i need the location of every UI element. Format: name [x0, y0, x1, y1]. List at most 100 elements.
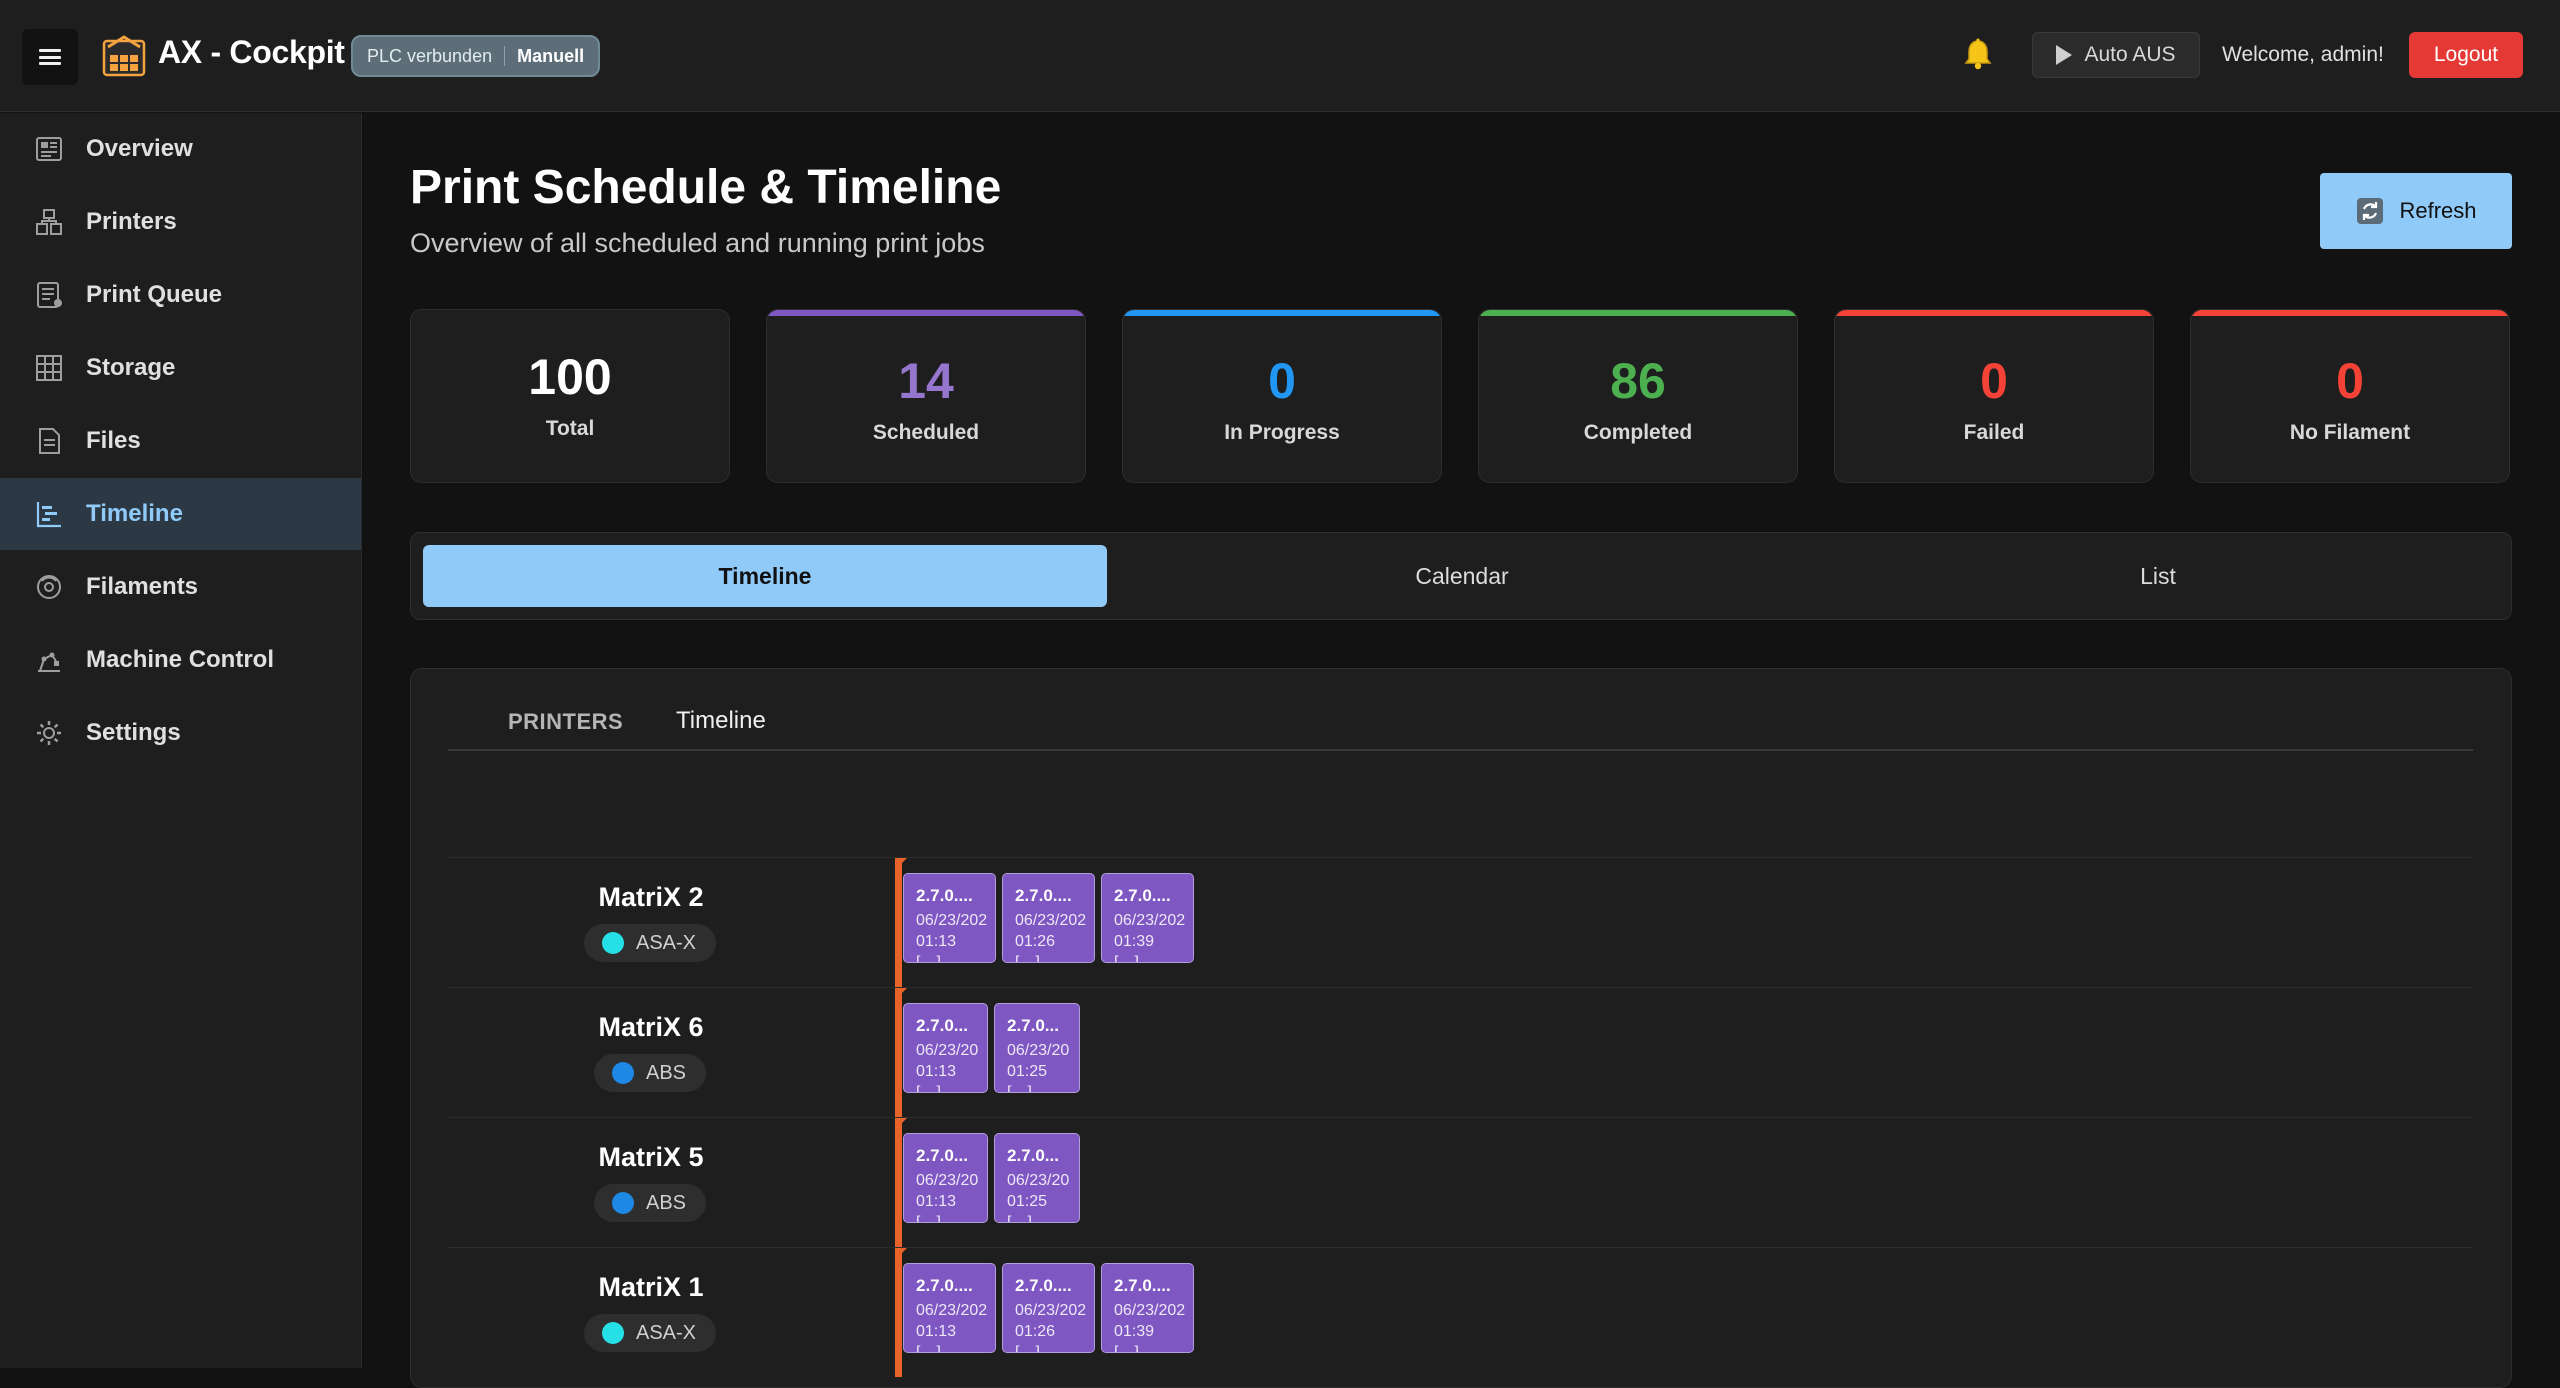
current-time-marker-tip: [895, 1118, 907, 1130]
sidebar-item-machine-control[interactable]: Machine Control: [0, 624, 361, 696]
job-block[interactable]: 2.7.0.... 06/23/202 01:39 […]: [1101, 1263, 1194, 1353]
timeline-row: MatriX 5 ABS 2.7.0... 06/23/20 01:13 […]…: [448, 1117, 2473, 1247]
job-title: 2.7.0....: [1015, 886, 1072, 905]
job-block[interactable]: 2.7.0... 06/23/20 01:13 […]: [903, 1003, 988, 1093]
job-date: 06/23/20: [916, 1042, 979, 1059]
stat-label: Total: [545, 417, 595, 440]
divider: [504, 46, 506, 66]
material-color-dot: [612, 1192, 634, 1214]
job-time: 01:13: [916, 1063, 957, 1080]
job-block[interactable]: 2.7.0... 06/23/20 01:25 […]: [994, 1133, 1080, 1223]
job-date: 06/23/20: [1007, 1042, 1070, 1059]
sidebar-item-label: Storage: [86, 354, 176, 381]
stat-value: 86: [1610, 353, 1666, 409]
job-date: 06/23/202: [1015, 912, 1087, 929]
tab-timeline[interactable]: Timeline: [423, 545, 1107, 607]
current-time-marker-tip: [895, 858, 907, 870]
sidebar-item-settings[interactable]: Settings: [0, 697, 361, 769]
printer-name: MatriX 1: [598, 1272, 704, 1302]
page-title: Print Schedule & Timeline: [410, 161, 1002, 214]
refresh-label: Refresh: [2399, 198, 2477, 223]
auto-mode-label: Auto AUS: [2084, 43, 2176, 66]
sidebar-item-printers[interactable]: Printers: [0, 186, 361, 258]
job-extra: […]: [916, 1344, 941, 1353]
material-chip: ABS: [594, 1054, 707, 1092]
sidebar-item-overview[interactable]: Overview: [0, 113, 361, 185]
stat-value: 0: [2336, 353, 2364, 409]
stat-card-failed: 0 Failed: [1834, 309, 2154, 483]
sidebar-item-storage[interactable]: Storage: [0, 332, 361, 404]
tab-calendar[interactable]: Calendar: [1120, 545, 1804, 607]
job-block[interactable]: 2.7.0... 06/23/20 01:13 […]: [903, 1133, 988, 1223]
job-time: 01:13: [916, 1323, 957, 1340]
welcome-text: Welcome, admin!: [2222, 43, 2384, 66]
dashboard-icon: [36, 137, 62, 161]
file-icon: [39, 428, 60, 454]
stat-value: 0: [1268, 353, 1296, 409]
timeline-icon: [36, 502, 61, 528]
refresh-button[interactable]: Refresh: [2320, 173, 2512, 249]
tab-list[interactable]: List: [1816, 545, 2500, 607]
job-block[interactable]: 2.7.0.... 06/23/202 01:26 […]: [1002, 1263, 1095, 1353]
job-block[interactable]: 2.7.0... 06/23/20 01:25 […]: [994, 1003, 1080, 1093]
job-time: 01:25: [1007, 1193, 1048, 1210]
material-label: ASA-X: [636, 1321, 697, 1344]
job-time: 01:26: [1015, 933, 1056, 950]
current-time-marker: [895, 988, 902, 1117]
job-time: 01:39: [1114, 933, 1155, 950]
machine-icon: [38, 652, 60, 672]
sidebar-item-files[interactable]: Files: [0, 405, 361, 477]
printer-name: MatriX 5: [598, 1142, 704, 1172]
job-block[interactable]: 2.7.0.... 06/23/202 01:39 […]: [1101, 873, 1194, 963]
printer-name: MatriX 6: [598, 1012, 704, 1042]
material-color-dot: [602, 932, 624, 954]
current-time-marker: [895, 1118, 902, 1247]
stat-label: No Filament: [2289, 421, 2411, 444]
top-app-bar: AX - Cockpit PLC verbunden Manuell Auto …: [0, 0, 2560, 112]
stat-accent-bar: [2191, 310, 2509, 316]
job-title: 2.7.0....: [916, 1276, 973, 1295]
stat-accent-bar: [1123, 310, 1441, 316]
sidebar: Overview Printers Print Queue Storage Fi…: [0, 113, 362, 1368]
sidebar-item-timeline[interactable]: Timeline: [0, 478, 361, 550]
job-title: 2.7.0...: [1007, 1146, 1059, 1165]
job-extra: […]: [1114, 1344, 1139, 1353]
auto-mode-button[interactable]: Auto AUS: [2032, 32, 2200, 78]
job-time: 01:39: [1114, 1323, 1155, 1340]
stat-value: 14: [898, 353, 954, 409]
current-time-marker: [895, 1248, 902, 1377]
stat-label: Failed: [1963, 421, 2025, 444]
job-title: 2.7.0...: [1007, 1016, 1059, 1035]
current-time-marker-tip: [895, 1248, 907, 1260]
job-time: 01:25: [1007, 1063, 1048, 1080]
notification-bell-icon[interactable]: [1960, 36, 1996, 72]
menu-toggle-button[interactable]: [22, 29, 78, 85]
job-block[interactable]: 2.7.0.... 06/23/202 01:26 […]: [1002, 873, 1095, 963]
material-label: ABS: [646, 1191, 687, 1214]
job-title: 2.7.0....: [1015, 1276, 1072, 1295]
job-extra: […]: [916, 1084, 941, 1093]
timeline-row: MatriX 2 ASA-X 2.7.0.... 06/23/202 01:13…: [448, 857, 2473, 987]
job-extra: […]: [916, 954, 941, 963]
timeline-column-header: Timeline: [676, 707, 766, 734]
play-icon: [2056, 45, 2073, 65]
storage-icon: [36, 355, 62, 381]
logout-button[interactable]: Logout: [2409, 32, 2523, 78]
stat-label: Scheduled: [872, 421, 980, 444]
sidebar-item-label: Filaments: [86, 573, 199, 600]
job-time: 01:13: [916, 933, 957, 950]
job-date: 06/23/20: [1007, 1172, 1070, 1189]
stat-accent-bar: [1835, 310, 2153, 316]
material-color-dot: [602, 1322, 624, 1344]
job-extra: […]: [916, 1214, 941, 1223]
job-block[interactable]: 2.7.0.... 06/23/202 01:13 […]: [903, 873, 996, 963]
material-chip: ASA-X: [584, 924, 717, 962]
job-block[interactable]: 2.7.0.... 06/23/202 01:13 […]: [903, 1263, 996, 1353]
timeline-row: MatriX 6 ABS 2.7.0... 06/23/20 01:13 […]…: [448, 987, 2473, 1117]
job-extra: […]: [1007, 1214, 1032, 1223]
job-date: 06/23/202: [916, 1302, 988, 1319]
sidebar-item-print-queue[interactable]: Print Queue: [0, 259, 361, 331]
app-title: AX - Cockpit: [158, 34, 345, 70]
stat-card-completed: 86 Completed: [1478, 309, 1798, 483]
sidebar-item-filaments[interactable]: Filaments: [0, 551, 361, 623]
